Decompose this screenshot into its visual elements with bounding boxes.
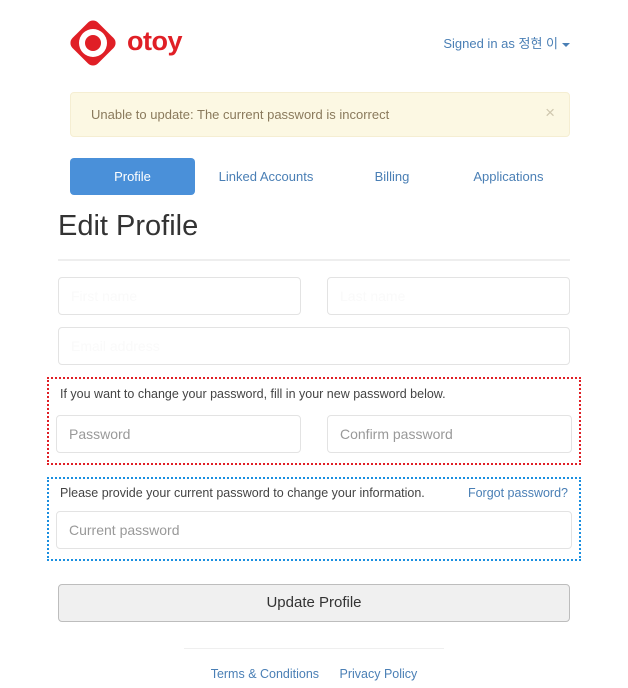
email-input[interactable] (58, 327, 570, 366)
password-wrap (56, 414, 301, 453)
tab-applications[interactable]: Applications (447, 158, 570, 195)
brand-logo[interactable]: otoy (67, 17, 183, 69)
edit-profile-form: If you want to change your password, fil… (47, 277, 581, 561)
page-header: otoy Signed in as 정현 이 (0, 0, 628, 82)
new-password-annotation-box: If you want to change your password, fil… (47, 377, 581, 465)
tab-billing[interactable]: Billing (337, 158, 447, 195)
submit-wrap: Update Profile (58, 583, 570, 622)
terms-link[interactable]: Terms & Conditions (211, 667, 319, 681)
first-name-input[interactable] (58, 277, 301, 316)
current-password-note-row: Please provide your current password to … (60, 486, 568, 500)
otoy-logo-icon (67, 17, 119, 69)
tab-profile[interactable]: Profile (70, 158, 195, 195)
first-name-wrap (58, 277, 301, 316)
privacy-link[interactable]: Privacy Policy (340, 667, 418, 681)
signed-in-label: Signed in as 정현 이 (443, 36, 558, 51)
brand-wordmark: otoy (127, 26, 183, 56)
alert-message: Unable to update: The current password i… (91, 107, 390, 122)
confirm-password-input[interactable] (327, 414, 572, 453)
current-password-note: Please provide your current password to … (60, 485, 425, 500)
tab-linked-accounts[interactable]: Linked Accounts (195, 158, 337, 195)
profile-tabs: Profile Linked Accounts Billing Applicat… (70, 158, 570, 196)
current-password-input[interactable] (56, 510, 572, 549)
last-name-input[interactable] (327, 277, 570, 316)
footer-divider (184, 647, 444, 649)
current-password-row (56, 510, 572, 549)
error-alert: Unable to update: The current password i… (70, 92, 570, 137)
name-row (58, 277, 570, 316)
page-title: Edit Profile (58, 210, 199, 242)
confirm-password-wrap (327, 414, 572, 453)
update-profile-button[interactable]: Update Profile (58, 583, 570, 622)
current-password-annotation-box: Please provide your current password to … (47, 476, 581, 561)
last-name-wrap (327, 277, 570, 316)
email-row (58, 327, 570, 366)
page-footer: Terms & Conditions Privacy Policy (184, 647, 444, 683)
password-input[interactable] (56, 414, 301, 453)
title-divider (58, 259, 570, 262)
new-password-note: If you want to change your password, fil… (60, 387, 446, 402)
chevron-down-icon (562, 42, 570, 47)
new-password-row (56, 414, 572, 453)
close-icon[interactable]: × (545, 104, 555, 121)
signed-in-menu[interactable]: Signed in as 정현 이 (443, 33, 570, 52)
forgot-password-link[interactable]: Forgot password? (468, 486, 568, 500)
edit-profile-page: otoy Signed in as 정현 이 Unable to update:… (0, 0, 628, 688)
